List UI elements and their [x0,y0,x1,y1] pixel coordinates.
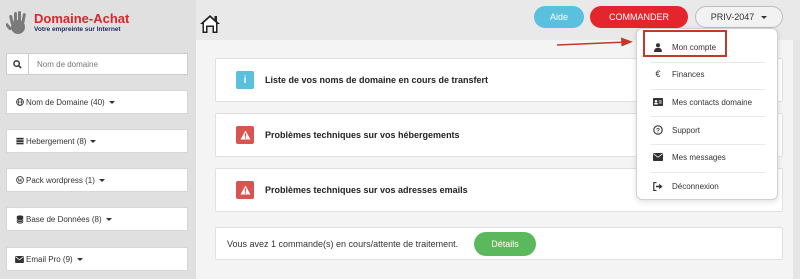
sidebar-item-hosting[interactable]: Hebergement (8) [6,129,188,153]
caret-down-icon [108,100,115,104]
database-icon [15,214,24,224]
sign-out-icon [653,181,663,191]
caret-down-icon [90,139,97,143]
sidebar-item-label: Email Pro (9) [26,254,73,264]
menu-item-label: Finances [672,69,705,79]
account-name: PRIV-2047 [710,12,755,22]
caret-down-icon [105,217,112,221]
details-button[interactable]: Détails [474,232,536,256]
warning-icon [236,181,254,199]
sidebar-item-label: Nom de Domaine (40) [26,97,105,107]
globe-icon [15,98,24,107]
caret-down-icon [761,15,768,19]
highlight-box [643,30,727,57]
menu-item-domain-contacts[interactable]: Mes contacts domaine [637,91,777,113]
search-input[interactable] [29,54,179,74]
wordpress-icon: W [15,176,24,185]
svg-text:?: ? [656,127,660,134]
svg-text:W: W [17,178,23,184]
caret-down-icon [98,178,105,182]
account-menu-button[interactable]: PRIV-2047 [695,6,783,28]
menu-item-label: Support [672,125,701,135]
question-icon: ? [653,125,663,135]
help-button[interactable]: Aide [534,6,584,28]
domain-search [6,53,188,75]
euro-icon: € [655,69,661,79]
menu-item-finances[interactable]: € Finances [637,63,777,85]
server-icon [15,137,24,146]
brand-tagline: Votre empreinte sur Internet [34,26,121,33]
brand-name: Domaine-Achat [34,11,130,26]
sidebar-item-label: Hebergement (8) [26,136,87,146]
search-button[interactable] [7,54,29,74]
menu-item-support[interactable]: ? Support [637,119,777,141]
search-icon [13,59,22,69]
menu-item-label: Mes contacts domaine [672,97,753,107]
sidebar-item-wordpress[interactable]: W Pack wordpress (1) [6,168,188,192]
envelope-icon [15,255,24,264]
home-icon[interactable] [199,14,221,34]
sidebar-item-label: Pack wordpress (1) [26,175,95,185]
panel-title: Problèmes techniques sur vos hébergement… [265,130,460,140]
pending-orders-message: Vous avez 1 commande(s) en cours/attente… [227,238,459,249]
menu-item-label: Mes messages [672,152,726,162]
sidebar-item-domains[interactable]: Nom de Domaine (40) [6,90,188,114]
envelope-icon [653,153,663,161]
sidebar-item-email[interactable]: Email Pro (9) [6,247,188,271]
menu-item-logout[interactable]: Déconnexion [637,175,777,197]
panel-title: Problèmes techniques sur vos adresses em… [265,185,468,195]
order-button[interactable]: COMMANDER [590,6,688,28]
handprint-icon [6,11,26,34]
sidebar-item-databases[interactable]: Base de Données (8) [6,207,188,231]
id-card-icon [653,98,663,106]
divider [651,144,765,145]
arrow-annotation-icon [557,37,633,47]
divider [651,172,765,173]
caret-down-icon [76,257,83,261]
divider [651,89,765,90]
menu-item-label: Déconnexion [672,181,719,191]
scrollbar[interactable] [793,40,800,279]
sidebar-item-label: Base de Données (8) [26,214,102,224]
panel-title: Liste de vos noms de domaine en cours de… [265,75,489,85]
divider [651,116,765,117]
warning-icon [236,126,254,144]
menu-item-messages[interactable]: Mes messages [637,146,777,168]
info-icon: i [236,71,254,89]
